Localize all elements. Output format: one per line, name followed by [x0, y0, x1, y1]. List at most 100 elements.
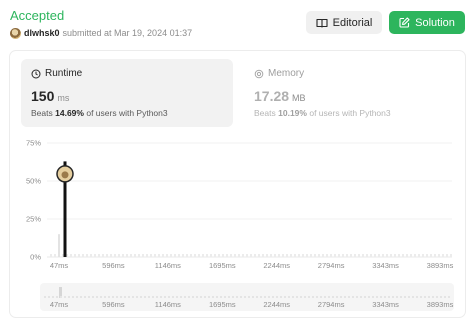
distribution-bar[interactable]: [350, 254, 352, 257]
distribution-bar[interactable]: [342, 254, 344, 257]
distribution-bar[interactable]: [282, 254, 284, 257]
distribution-bar[interactable]: [170, 254, 172, 257]
distribution-bar[interactable]: [338, 254, 340, 257]
distribution-bar[interactable]: [370, 254, 372, 257]
runtime-distribution-chart[interactable]: 75% 50% 25% 0% 47ms 596ms 1146ms 1695ms 2244ms 27…: [0, 0, 474, 326]
distribution-bar[interactable]: [254, 254, 256, 257]
distribution-bar[interactable]: [94, 254, 96, 257]
distribution-bar[interactable]: [138, 254, 140, 257]
distribution-bar[interactable]: [390, 254, 392, 257]
distribution-bar[interactable]: [322, 254, 324, 257]
distribution-bar[interactable]: [90, 254, 92, 257]
distribution-bar[interactable]: [142, 254, 144, 257]
distribution-bar[interactable]: [426, 254, 428, 257]
distribution-bar[interactable]: [290, 254, 292, 257]
distribution-bar[interactable]: [86, 254, 88, 257]
distribution-bar[interactable]: [82, 254, 84, 257]
distribution-bar[interactable]: [306, 254, 308, 257]
distribution-bar[interactable]: [442, 254, 444, 257]
distribution-bar[interactable]: [162, 254, 164, 257]
distribution-bar[interactable]: [298, 254, 300, 257]
distribution-bar[interactable]: [78, 254, 80, 257]
distribution-bar[interactable]: [194, 254, 196, 257]
distribution-bar[interactable]: [110, 254, 112, 257]
distribution-bar[interactable]: [314, 254, 316, 257]
distribution-bar[interactable]: [358, 254, 360, 257]
distribution-bar[interactable]: [402, 254, 404, 257]
distribution-bar[interactable]: [394, 254, 396, 257]
distribution-bar[interactable]: [182, 254, 184, 257]
distribution-bar[interactable]: [122, 254, 124, 257]
distribution-bar[interactable]: [50, 254, 52, 257]
distribution-bar[interactable]: [266, 254, 268, 257]
distribution-bar[interactable]: [330, 254, 332, 257]
distribution-bar[interactable]: [222, 254, 224, 257]
distribution-bar[interactable]: [150, 254, 152, 257]
distribution-bar[interactable]: [446, 254, 448, 257]
distribution-bar[interactable]: [258, 254, 260, 257]
distribution-bar[interactable]: [198, 254, 200, 257]
distribution-bar[interactable]: [210, 254, 212, 257]
distribution-bar[interactable]: [106, 254, 108, 257]
distribution-bar[interactable]: [238, 254, 240, 257]
distribution-bar[interactable]: [178, 254, 180, 257]
distribution-bar[interactable]: [382, 254, 384, 257]
distribution-bar[interactable]: [450, 254, 452, 257]
distribution-bar[interactable]: [54, 254, 56, 257]
distribution-bar[interactable]: [278, 254, 280, 257]
distribution-bar[interactable]: [70, 254, 72, 257]
distribution-bar[interactable]: [166, 254, 168, 257]
distribution-bar[interactable]: [234, 254, 236, 257]
distribution-bar[interactable]: [354, 254, 356, 257]
distribution-bar[interactable]: [274, 254, 276, 257]
distribution-bar[interactable]: [270, 254, 272, 257]
distribution-bar[interactable]: [310, 254, 312, 257]
distribution-bar[interactable]: [190, 254, 192, 257]
distribution-bar[interactable]: [226, 254, 228, 257]
distribution-bar[interactable]: [302, 254, 304, 257]
distribution-bar[interactable]: [114, 254, 116, 257]
distribution-bar[interactable]: [250, 254, 252, 257]
distribution-bar[interactable]: [326, 254, 328, 257]
distribution-bar[interactable]: [98, 254, 100, 257]
distribution-bar[interactable]: [130, 254, 132, 257]
distribution-bar[interactable]: [366, 254, 368, 257]
distribution-bar[interactable]: [294, 254, 296, 257]
distribution-bar[interactable]: [134, 254, 136, 257]
distribution-bar[interactable]: [146, 254, 148, 257]
distribution-bar[interactable]: [286, 254, 288, 257]
distribution-bar[interactable]: [154, 254, 156, 257]
distribution-bar[interactable]: [334, 254, 336, 257]
distribution-bar[interactable]: [374, 254, 376, 257]
distribution-bar[interactable]: [406, 254, 408, 257]
distribution-bar[interactable]: [318, 254, 320, 257]
distribution-bar[interactable]: [206, 254, 208, 257]
distribution-bar[interactable]: [398, 254, 400, 257]
distribution-bar[interactable]: [262, 254, 264, 257]
distribution-bar[interactable]: [414, 254, 416, 257]
distribution-bar[interactable]: [230, 254, 232, 257]
distribution-bar[interactable]: [242, 254, 244, 257]
distribution-bar[interactable]: [214, 254, 216, 257]
distribution-bar[interactable]: [434, 254, 436, 257]
distribution-bar[interactable]: [438, 254, 440, 257]
distribution-bar[interactable]: [126, 254, 128, 257]
distribution-bar[interactable]: [246, 254, 248, 257]
distribution-bar[interactable]: [378, 254, 380, 257]
distribution-bar[interactable]: [386, 254, 388, 257]
distribution-bar[interactable]: [102, 254, 104, 257]
distribution-bar[interactable]: [174, 254, 176, 257]
distribution-bar[interactable]: [430, 254, 432, 257]
distribution-bar[interactable]: [422, 254, 424, 257]
distribution-bar[interactable]: [218, 254, 220, 257]
distribution-bar[interactable]: [186, 254, 188, 257]
distribution-bar[interactable]: [118, 254, 120, 257]
distribution-bar[interactable]: [158, 254, 160, 257]
distribution-bar[interactable]: [362, 254, 364, 257]
distribution-bar[interactable]: [74, 254, 76, 257]
distribution-bar[interactable]: [410, 254, 412, 257]
distribution-bar[interactable]: [418, 254, 420, 257]
distribution-bar[interactable]: [346, 254, 348, 257]
distribution-bar[interactable]: [58, 234, 60, 257]
distribution-bar[interactable]: [202, 254, 204, 257]
